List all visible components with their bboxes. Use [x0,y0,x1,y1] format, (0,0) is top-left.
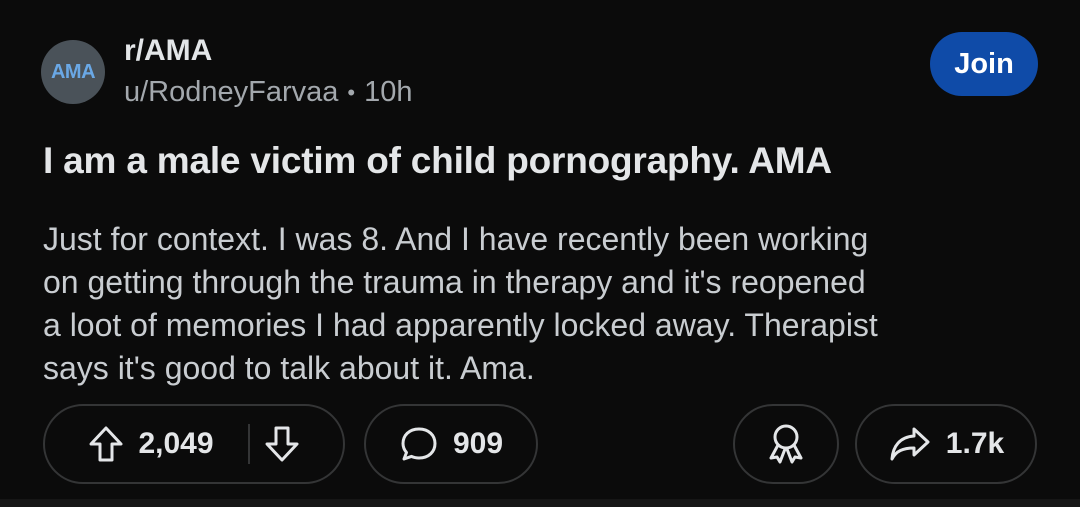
arrow-down-icon[interactable] [264,424,300,464]
body-line: says it's good to talk about it. Ama. [43,350,535,386]
share-arrow-icon [888,424,932,464]
share-count: 1.7k [945,427,1005,460]
subreddit-name[interactable]: r/AMA [124,34,212,68]
meta-separator: • [347,79,356,105]
arrow-up-icon[interactable] [88,424,124,464]
vote-bar: 2,049 [43,404,345,484]
vote-score: 2,049 [138,427,214,460]
post-body: Just for context. I was 8. And I have re… [43,218,1043,390]
post-title[interactable]: I am a male victim of child pornography.… [43,140,832,182]
bottom-divider [0,499,1080,507]
author-link[interactable]: u/RodneyFarvaa [124,76,338,109]
subreddit-avatar[interactable]: AMA [41,40,105,104]
comment-count: 909 [452,427,504,460]
award-ribbon-icon [764,422,808,466]
body-line: on getting through the trauma in therapy… [43,264,866,300]
award-button[interactable] [733,404,839,484]
post-age: 10h [364,76,413,108]
post-meta: u/RodneyFarvaa • 10h [124,76,413,109]
avatar-text: AMA [50,60,96,83]
comment-bubble-icon [399,424,439,464]
body-line: Just for context. I was 8. And I have re… [43,221,869,257]
vote-divider [247,424,250,464]
comments-button[interactable]: 909 [364,404,538,484]
body-line: a loot of memories I had apparently lock… [43,307,878,343]
join-button[interactable]: Join [930,32,1038,96]
share-button[interactable]: 1.7k [855,404,1037,484]
